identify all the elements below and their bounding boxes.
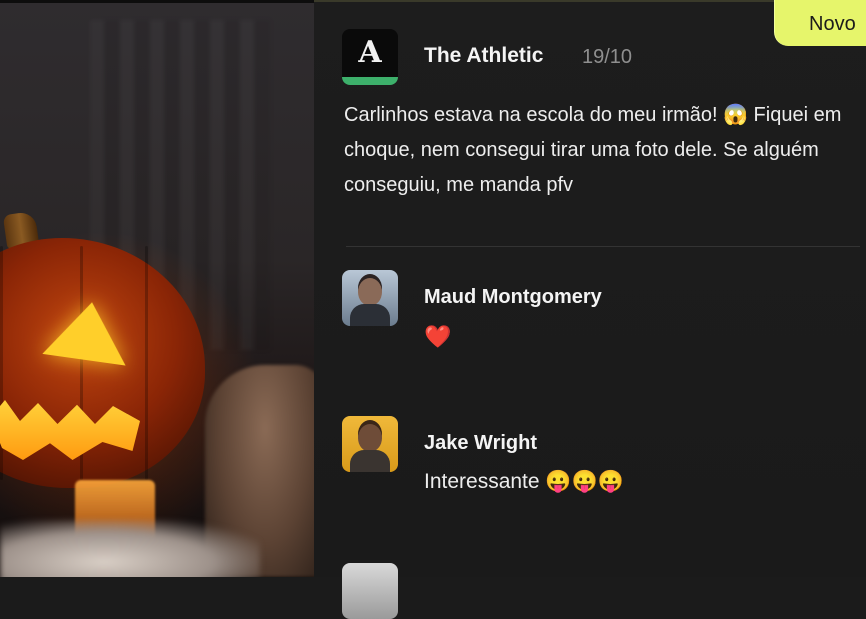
pumpkin-rib bbox=[145, 246, 148, 480]
post-text: Carlinhos estava na escola do meu irmão!… bbox=[344, 104, 842, 196]
avatar-next-commenter[interactable] bbox=[342, 563, 398, 619]
new-badge: Novo bbox=[774, 0, 866, 46]
avatar-maud-montgomery[interactable] bbox=[342, 270, 398, 326]
comment-item: Jake Wright Interessante 😛😛😛 bbox=[342, 416, 862, 493]
post-date: 19/10 bbox=[582, 46, 633, 68]
comment-author[interactable]: Jake Wright bbox=[424, 432, 537, 455]
divider bbox=[346, 246, 860, 247]
photo-top-border bbox=[0, 0, 314, 3]
avatar-head bbox=[358, 424, 382, 452]
comments-panel: Novo A The Athletic 19/10 Carlinhos esta… bbox=[314, 0, 866, 619]
heart-emoji: ❤️ bbox=[424, 324, 452, 349]
fluffy-foreground bbox=[0, 520, 260, 577]
avatar-body bbox=[350, 304, 390, 326]
avatar-head bbox=[358, 278, 382, 306]
pumpkin-eye bbox=[42, 296, 134, 366]
comment-text: Interessante 😛😛😛 bbox=[424, 470, 624, 493]
avatar-body bbox=[350, 450, 390, 472]
the-athletic-logo[interactable]: A bbox=[342, 29, 398, 85]
halloween-pumpkin-photo bbox=[0, 0, 314, 577]
post-author[interactable]: The Athletic bbox=[424, 44, 543, 68]
logo-letter: A bbox=[358, 35, 382, 70]
comment-author[interactable]: Maud Montgomery bbox=[424, 286, 602, 309]
logo-stripe bbox=[342, 77, 398, 85]
comment-item: Maud Montgomery ❤️ bbox=[342, 270, 862, 349]
avatar-jake-wright[interactable] bbox=[342, 416, 398, 472]
